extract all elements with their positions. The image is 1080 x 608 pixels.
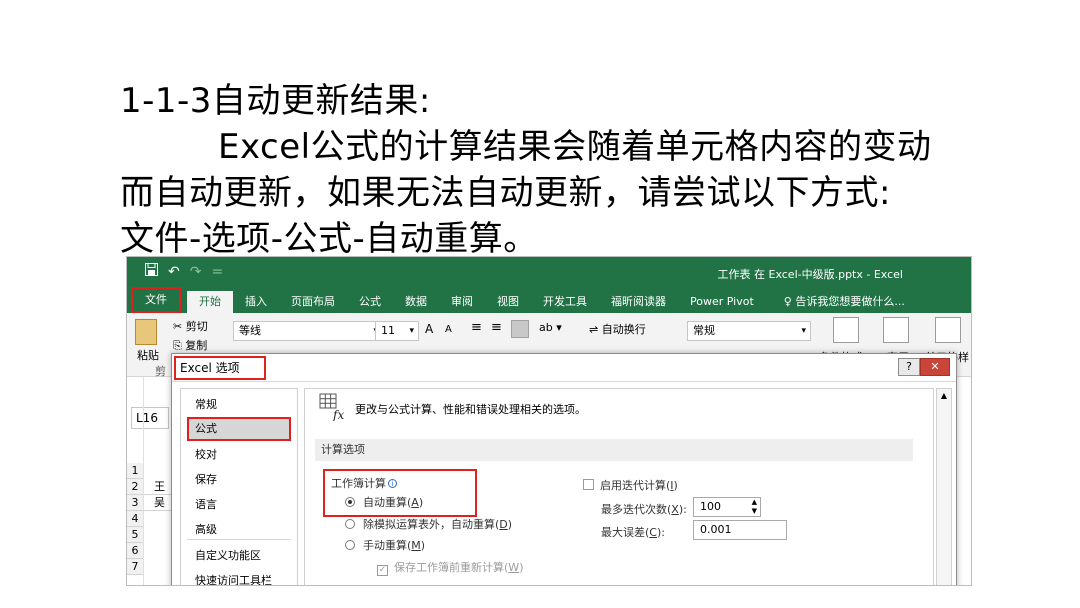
slide-text: 1-1-3自动更新结果: Excel公式的计算结果会随着单元格内容的变动 而自动… bbox=[120, 78, 1000, 262]
shrink-font-button[interactable]: A bbox=[445, 324, 452, 335]
tab-developer[interactable]: 开发工具 bbox=[531, 291, 599, 313]
formula-settings-icon: fx bbox=[319, 393, 347, 422]
recalc-before-save-checkbox[interactable]: ✓ 保存工作簿前重新计算(W) bbox=[377, 559, 523, 576]
copy-icon: ⎘ bbox=[173, 339, 186, 352]
font-size-combo[interactable]: 11 ▾ bbox=[375, 321, 419, 341]
conditional-format-icon[interactable] bbox=[833, 317, 859, 343]
copy-button[interactable]: ⎘ 复制 bbox=[173, 337, 207, 353]
row-header[interactable]: 6 bbox=[127, 543, 143, 559]
radio-selected-icon bbox=[345, 497, 355, 507]
paste-button[interactable]: 粘贴 bbox=[137, 347, 159, 363]
tab-view[interactable]: 视图 bbox=[485, 291, 531, 313]
tell-me-text: 告诉我您想要做什么... bbox=[795, 295, 905, 308]
row-header[interactable]: 1 bbox=[127, 463, 143, 479]
checkbox-icon bbox=[583, 479, 594, 490]
tab-page-layout[interactable]: 页面布局 bbox=[279, 291, 347, 313]
chevron-down-icon: ▾ bbox=[801, 326, 806, 336]
align-top-icon[interactable]: ≡ bbox=[471, 320, 482, 335]
options-content: fx 更改与公式计算、性能和错误处理相关的选项。 计算选项 工作簿计算 i 自动重… bbox=[304, 388, 934, 585]
nav-language[interactable]: 语言 bbox=[187, 493, 291, 517]
orientation-icon[interactable]: ab ▾ bbox=[539, 321, 562, 334]
excel-screenshot: ↶ ↷ = 工作表 在 Excel-中级版.pptx - Excel 文件 开始… bbox=[126, 256, 972, 586]
tab-insert[interactable]: 插入 bbox=[233, 291, 279, 313]
tab-home[interactable]: 开始 bbox=[187, 291, 233, 313]
align-middle-icon[interactable]: ≡ bbox=[491, 320, 502, 335]
lightbulb-icon: ♀ bbox=[783, 295, 796, 308]
chevron-down-icon: ▾ bbox=[409, 326, 414, 336]
grow-font-button[interactable]: A bbox=[425, 322, 433, 336]
row-header[interactable]: 2 bbox=[127, 479, 143, 495]
dialog-scrollbar[interactable]: ▲ bbox=[936, 388, 952, 585]
radio-icon bbox=[345, 519, 355, 529]
dialog-title: Excel 选项 bbox=[174, 356, 266, 380]
save-icon[interactable] bbox=[145, 263, 158, 280]
max-change-input[interactable]: 0.001 bbox=[693, 520, 787, 540]
dialog-title-bar: Excel 选项 ? ✕ bbox=[172, 354, 956, 382]
checkbox-checked-icon: ✓ bbox=[377, 565, 388, 576]
row-header[interactable]: 7 bbox=[127, 559, 143, 575]
radio-icon bbox=[345, 540, 355, 550]
redo-icon[interactable]: ↷ bbox=[190, 264, 202, 280]
calc-options-header: 计算选项 bbox=[315, 439, 913, 461]
scroll-up-icon[interactable]: ▲ bbox=[941, 391, 947, 400]
max-change-label: 最大误差(C): bbox=[601, 526, 665, 539]
close-button[interactable]: ✕ bbox=[920, 358, 950, 376]
nav-divider bbox=[187, 539, 291, 540]
name-box[interactable]: L16 bbox=[131, 407, 169, 429]
tab-data[interactable]: 数据 bbox=[393, 291, 439, 313]
svg-text:fx: fx bbox=[332, 408, 344, 421]
tab-power-pivot[interactable]: Power Pivot bbox=[678, 291, 766, 313]
font-name-combo[interactable]: 等线▾ bbox=[233, 321, 383, 341]
help-button[interactable]: ? bbox=[898, 358, 920, 376]
align-bottom-icon[interactable] bbox=[511, 320, 529, 338]
wrap-text-button[interactable]: ⇌ 自动换行 bbox=[589, 321, 646, 337]
manual-calc-radio[interactable]: 手动重算(M) bbox=[345, 537, 425, 553]
info-icon: i bbox=[388, 479, 397, 488]
nav-general[interactable]: 常规 bbox=[187, 393, 291, 417]
format-as-table-icon[interactable] bbox=[883, 317, 909, 343]
max-iterations-label: 最多迭代次数(X): bbox=[601, 503, 687, 516]
iterative-calc-checkbox[interactable]: 启用迭代计算(I) bbox=[583, 477, 678, 493]
nav-quick-access-toolbar[interactable]: 快速访问工具栏 bbox=[187, 569, 291, 585]
undo-icon[interactable]: ↶ bbox=[168, 264, 180, 280]
nav-proofing[interactable]: 校对 bbox=[187, 443, 291, 467]
ribbon-tabs: 文件 开始 插入 页面布局 公式 数据 审阅 视图 开发工具 福昕阅读器 Pow… bbox=[127, 287, 971, 313]
number-format-combo[interactable]: 常规 ▾ bbox=[687, 321, 811, 341]
tell-me-box[interactable]: ♀ 告诉我您想要做什么... bbox=[772, 291, 917, 313]
cut-button[interactable]: ✂ 剪切 bbox=[173, 318, 208, 334]
cell[interactable]: 吴 bbox=[144, 495, 174, 511]
row-header[interactable]: 3 bbox=[127, 495, 143, 511]
row-header[interactable]: 4 bbox=[127, 511, 143, 527]
paste-icon[interactable] bbox=[135, 319, 157, 345]
scissors-icon: ✂ bbox=[173, 320, 186, 333]
auto-except-tables-radio[interactable]: 除模拟运算表外，自动重算(D) bbox=[345, 516, 512, 532]
tab-foxit-reader[interactable]: 福昕阅读器 bbox=[599, 291, 678, 313]
wrap-text-icon: ⇌ bbox=[589, 323, 602, 336]
title-bar: ↶ ↷ = 工作表 在 Excel-中级版.pptx - Excel bbox=[127, 257, 971, 287]
tab-formulas[interactable]: 公式 bbox=[347, 291, 393, 313]
cell-styles-icon[interactable] bbox=[935, 317, 961, 343]
tab-file[interactable]: 文件 bbox=[131, 287, 181, 313]
quick-access-toolbar: ↶ ↷ = bbox=[145, 263, 223, 280]
row-header[interactable]: 5 bbox=[127, 527, 143, 543]
cell[interactable]: 王 bbox=[144, 479, 174, 495]
nav-customize-ribbon[interactable]: 自定义功能区 bbox=[187, 544, 291, 568]
nav-save[interactable]: 保存 bbox=[187, 468, 291, 492]
grid-divider bbox=[143, 377, 144, 585]
options-nav: 常规 公式 校对 保存 语言 高级 自定义功能区 快速访问工具栏 bbox=[180, 388, 298, 585]
formulas-description: 更改与公式计算、性能和错误处理相关的选项。 bbox=[355, 403, 586, 416]
slide-heading: 1-1-3自动更新结果: bbox=[120, 81, 431, 121]
nav-formulas[interactable]: 公式 bbox=[187, 417, 291, 441]
auto-calc-radio[interactable]: 自动重算(A) bbox=[345, 494, 423, 510]
customize-qat[interactable]: = bbox=[211, 264, 223, 280]
slide-line-1: Excel公式的计算结果会随着单元格内容的变动 bbox=[218, 127, 932, 167]
spinner-icon[interactable]: ▲ ▼ bbox=[752, 498, 757, 516]
excel-options-dialog: Excel 选项 ? ✕ 常规 公式 校对 保存 语言 高级 自定义功能区 快速… bbox=[171, 353, 957, 585]
workbook-calc-label: 工作簿计算 i bbox=[331, 475, 397, 491]
window-title: 工作表 在 Excel-中级版.pptx - Excel bbox=[717, 268, 904, 281]
tab-review[interactable]: 审阅 bbox=[439, 291, 485, 313]
slide-line-2: 而自动更新，如果无法自动更新，请尝试以下方式: bbox=[120, 173, 891, 213]
max-iterations-input[interactable]: 100 ▲ ▼ bbox=[693, 497, 761, 517]
